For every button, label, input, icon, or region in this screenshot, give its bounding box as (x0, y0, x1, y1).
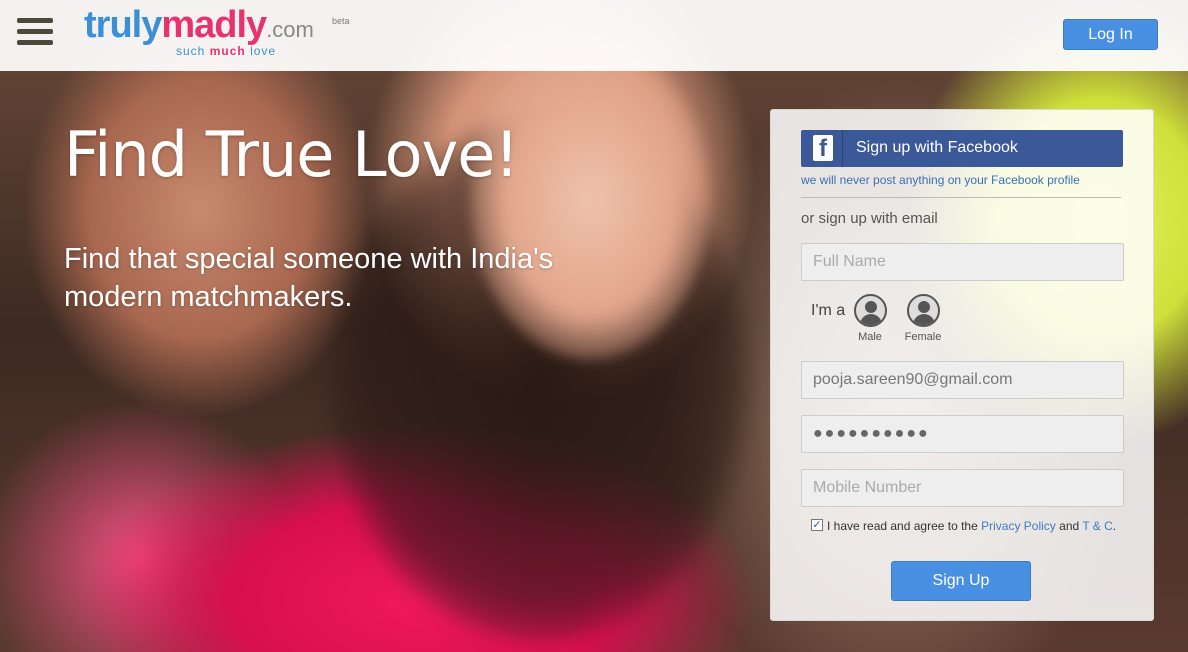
logo-truly: truly (84, 4, 162, 46)
mobile-number-input[interactable] (801, 469, 1124, 507)
facebook-icon: f (801, 130, 843, 167)
logo-madly: madly (161, 4, 267, 46)
period-text: . (1112, 519, 1117, 533)
privacy-policy-link[interactable]: Privacy Policy (981, 519, 1056, 533)
hero-title: Find True Love! (64, 118, 519, 191)
logo-beta: beta (332, 16, 350, 26)
or-email-label: or sign up with email (801, 210, 938, 227)
menu-bar (17, 18, 53, 23)
and-text: and (1059, 519, 1080, 533)
logo-com: .com (266, 17, 314, 42)
hamburger-menu-icon[interactable] (17, 18, 53, 46)
full-name-input[interactable] (801, 243, 1124, 281)
gender-label: I'm a (811, 302, 846, 319)
female-avatar-icon (906, 294, 940, 327)
facebook-signup-button[interactable]: f Sign up with Facebook (801, 130, 1123, 167)
gender-female-label: Female (904, 331, 942, 343)
terms-agreement: ✓ I have read and agree to the Privacy Po… (811, 518, 1117, 533)
terms-checkbox[interactable]: ✓ (811, 518, 823, 531)
password-field[interactable]: ●●●●●●●●●● (801, 415, 1124, 453)
terms-link[interactable]: T & C (1082, 519, 1112, 533)
divider (801, 197, 1121, 198)
facebook-signup-label: Sign up with Facebook (856, 139, 1018, 156)
logo-tagline: such much love (176, 44, 276, 58)
facebook-privacy-note: we will never post anything on your Face… (801, 173, 1080, 187)
signup-panel: f Sign up with Facebook we will never po… (770, 109, 1154, 621)
top-header: trulymadly.com beta such much love Log I… (0, 0, 1188, 71)
signup-button[interactable]: Sign Up (891, 561, 1031, 601)
tagline-much: much (209, 44, 246, 58)
gender-female-option[interactable]: Female (898, 294, 948, 343)
agree-text: I have read and agree to the (827, 519, 978, 533)
email-field[interactable]: pooja.sareen90@gmail.com (801, 361, 1124, 399)
menu-bar (17, 40, 53, 45)
tagline-such: such (176, 44, 206, 58)
menu-bar (17, 29, 53, 34)
hero-subtitle: Find that special someone with India's m… (64, 243, 554, 313)
tagline-love: love (250, 44, 277, 58)
male-avatar-icon (853, 294, 887, 327)
trulymadly-logo[interactable]: trulymadly.com beta such much love (84, 4, 364, 60)
gender-male-label: Male (858, 331, 882, 343)
gender-male-option[interactable]: Male (845, 294, 895, 343)
login-button[interactable]: Log In (1063, 19, 1158, 50)
